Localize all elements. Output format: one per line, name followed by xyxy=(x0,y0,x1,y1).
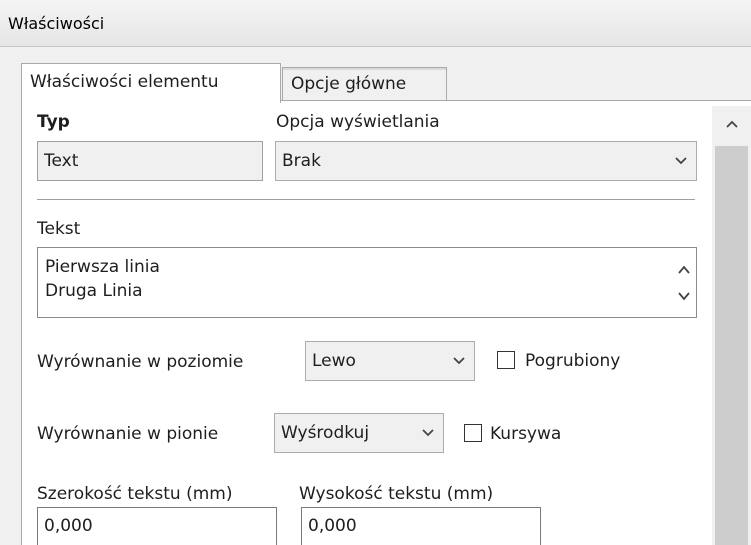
text-line-1: Pierwsza linia xyxy=(45,257,160,277)
type-field: Text xyxy=(37,141,263,181)
halign-value: Lewo xyxy=(312,351,356,371)
bold-label: Pogrubiony xyxy=(525,351,621,371)
display-option-label: Opcja wyświetlania xyxy=(276,112,440,132)
panel-title: Właściwości xyxy=(8,14,105,33)
bold-checkbox[interactable] xyxy=(497,351,515,369)
valign-value: Wyśrodkuj xyxy=(281,423,370,443)
chevron-up-icon xyxy=(725,120,738,128)
text-label: Tekst xyxy=(37,219,81,239)
chevron-up-icon[interactable] xyxy=(676,263,692,277)
chevron-down-icon xyxy=(422,429,434,437)
halign-select[interactable]: Lewo xyxy=(305,341,475,381)
type-label: Typ xyxy=(37,112,70,132)
scroll-up-button[interactable] xyxy=(712,106,751,142)
text-height-label: Wysokość tekstu (mm) xyxy=(299,484,494,504)
text-textarea[interactable]: Pierwsza linia Druga Linia xyxy=(37,247,697,318)
display-option-select[interactable]: Brak xyxy=(275,141,697,181)
tab-label: Opcje główne xyxy=(291,74,407,94)
vertical-scrollbar[interactable] xyxy=(712,106,751,545)
chevron-down-icon[interactable] xyxy=(676,289,692,303)
text-height-input[interactable]: 0,000 xyxy=(301,507,541,545)
italic-checkbox[interactable] xyxy=(464,424,482,442)
valign-select[interactable]: Wyśrodkuj xyxy=(274,413,444,453)
valign-label: Wyrównanie w pionie xyxy=(37,424,219,444)
panel-titlebar: Właściwości xyxy=(0,0,751,47)
scroll-thumb[interactable] xyxy=(715,146,748,545)
chevron-down-icon xyxy=(675,157,687,165)
chevron-down-icon xyxy=(453,357,465,365)
text-width-label: Szerokość tekstu (mm) xyxy=(37,484,233,504)
tab-label: Właściwości elementu xyxy=(30,72,219,92)
halign-label: Wyrównanie w poziomie xyxy=(37,352,244,372)
divider xyxy=(37,199,695,201)
display-option-value: Brak xyxy=(282,151,321,171)
text-width-input[interactable]: 0,000 xyxy=(37,507,277,545)
tab-element-properties[interactable]: Właściwości elementu xyxy=(21,63,281,103)
tab-main-options[interactable]: Opcje główne xyxy=(282,67,447,100)
text-line-2: Druga Linia xyxy=(45,281,143,301)
italic-label: Kursywa xyxy=(490,424,562,444)
